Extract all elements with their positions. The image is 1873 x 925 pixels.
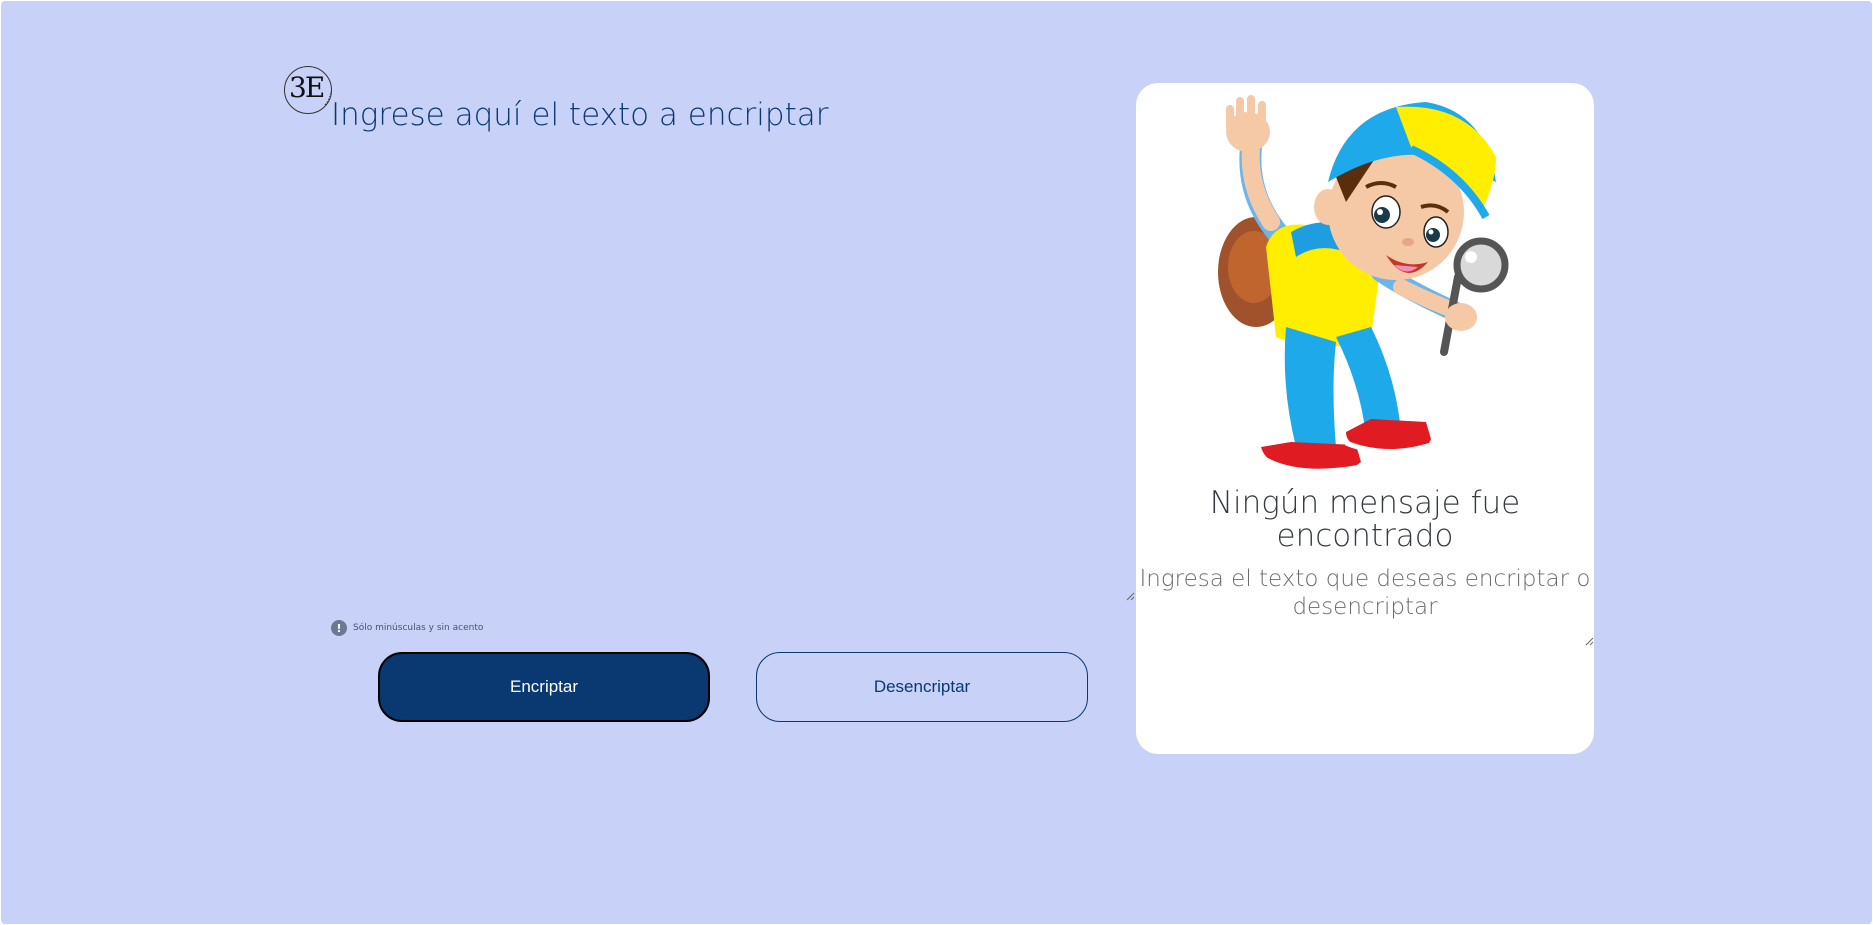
text-input[interactable] (331, 97, 1131, 603)
decrypt-button[interactable]: Desencriptar (756, 652, 1088, 722)
result-title: Ningún mensaje fue encontrado (1209, 485, 1521, 554)
hint-text: Sólo minúsculas y sin acento (353, 623, 484, 633)
encrypt-button[interactable]: Encriptar (378, 652, 710, 722)
logo-ring-icon (324, 90, 331, 106)
input-hint: ! Sólo minúsculas y sin acento (331, 619, 483, 637)
page-background: 3E ! Sólo minúsculas y sin acento Encrip… (1, 1, 1872, 924)
resize-handle-icon[interactable] (1125, 591, 1135, 601)
resize-handle-icon[interactable] (1584, 636, 1594, 646)
detective-boy-illustration (1218, 95, 1509, 474)
result-card: Ningún mensaje fue encontrado Ingresa el… (1136, 83, 1594, 754)
logo: 3E (284, 66, 332, 114)
result-subtitle: Ingresa el texto que deseas encriptar o … (1139, 566, 1591, 620)
exclamation-icon: ! (331, 620, 347, 636)
